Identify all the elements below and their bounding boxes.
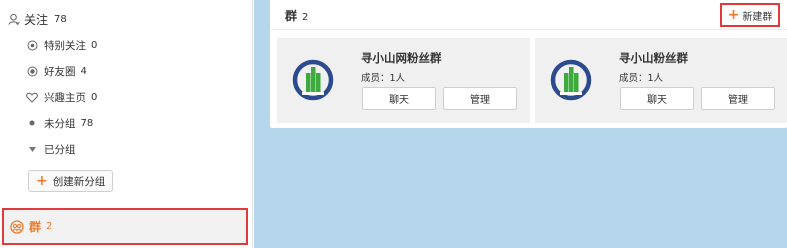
sidebar-item-count: 4: [80, 65, 87, 77]
group-members: 成员：1人: [619, 73, 664, 84]
plus-icon: +: [36, 173, 48, 189]
chat-button[interactable]: 聊天: [362, 87, 436, 110]
friend-circle-icon: [26, 65, 38, 77]
group-panel: 群 2 + 新建群 寻小山网粉丝群 成员：1人 聊天 管理 寻小山粉丝群 成员：…: [270, 0, 787, 128]
sidebar: 关注 78 特别关注 0 好友圈 4 兴趣主页 0 未分组 78 已分组 + 创…: [0, 0, 253, 248]
sidebar-item-count: 78: [54, 13, 67, 25]
sidebar-item-count: 0: [91, 91, 98, 103]
sidebar-item-label: 兴趣主页: [44, 91, 86, 104]
group-logo-icon[interactable]: [292, 59, 334, 101]
panel-title-text: 群: [285, 9, 298, 23]
group-name[interactable]: 寻小山网粉丝群: [361, 50, 442, 66]
sidebar-item-label: 未分组: [44, 117, 76, 130]
main-content: 群 2 + 新建群 寻小山网粉丝群 成员：1人 聊天 管理 寻小山粉丝群 成员：…: [254, 0, 787, 248]
group-members: 成员：1人: [361, 73, 406, 84]
page-title: 群 2: [285, 7, 308, 24]
triangle-down-icon: [26, 143, 38, 155]
sidebar-item-label: 已分组: [44, 143, 76, 156]
new-group-button[interactable]: + 新建群: [720, 3, 780, 27]
sidebar-item-special-follow[interactable]: 特别关注 0: [26, 34, 97, 56]
sidebar-item-count: 78: [80, 117, 94, 129]
sidebar-item-count: 2: [46, 221, 53, 232]
plus-icon: +: [727, 7, 740, 23]
heart-icon: [26, 91, 38, 103]
group-logo-icon[interactable]: [550, 59, 592, 101]
sidebar-item-grouped[interactable]: 已分组: [26, 138, 76, 160]
create-group-button[interactable]: + 创建新分组: [28, 170, 114, 192]
group-card: 寻小山网粉丝群 成员：1人 聊天 管理: [277, 38, 530, 123]
sidebar-item-friend-circle[interactable]: 好友圈 4: [26, 60, 87, 82]
sidebar-item-count: 0: [91, 39, 98, 51]
manage-button[interactable]: 管理: [701, 87, 775, 110]
user-icon: [8, 13, 20, 25]
new-group-label: 新建群: [742, 11, 773, 23]
sidebar-item-label: 群: [29, 220, 42, 234]
group-name[interactable]: 寻小山粉丝群: [619, 50, 688, 66]
create-group-label: 创建新分组: [52, 175, 106, 188]
special-follow-icon: [26, 39, 38, 51]
sidebar-item-interest-home[interactable]: 兴趣主页 0: [26, 86, 97, 108]
sidebar-item-label: 好友圈: [44, 65, 76, 78]
sidebar-item-label: 关注: [24, 12, 49, 27]
panel-title-count: 2: [302, 12, 309, 23]
group-icon: [10, 219, 24, 234]
manage-button[interactable]: 管理: [443, 87, 517, 110]
sidebar-item-follow[interactable]: 关注 78: [8, 8, 67, 30]
chat-button[interactable]: 聊天: [620, 87, 694, 110]
divider: [270, 29, 787, 30]
dot-icon: [26, 117, 38, 129]
sidebar-item-ungrouped[interactable]: 未分组 78: [26, 112, 93, 134]
sidebar-item-label: 特别关注: [44, 39, 86, 52]
sidebar-item-group[interactable]: 群 2: [2, 208, 248, 245]
group-card: 寻小山粉丝群 成员：1人 聊天 管理: [535, 38, 787, 123]
